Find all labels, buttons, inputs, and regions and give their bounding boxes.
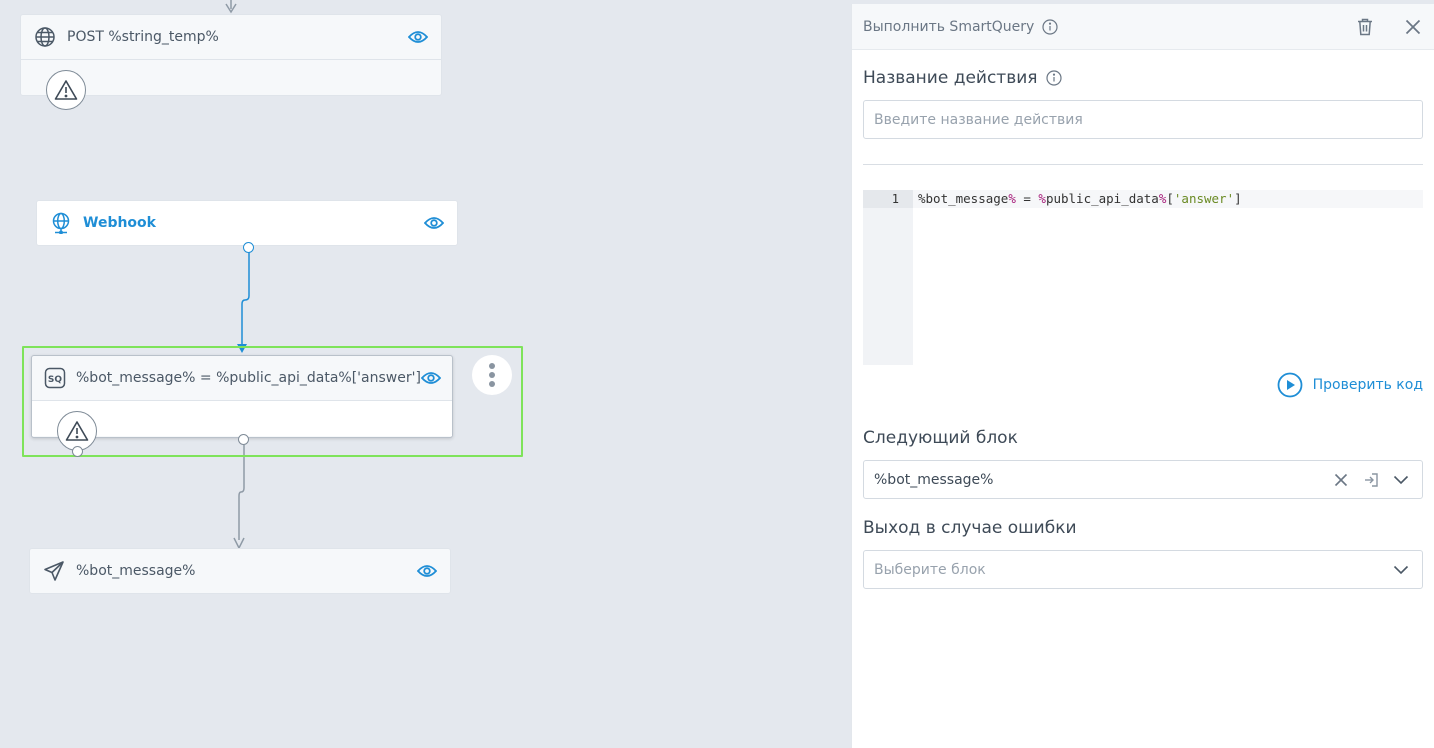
panel-header: Выполнить SmartQuery (852, 4, 1434, 50)
code-token: %bot_message (918, 191, 1009, 206)
trash-icon[interactable] (1357, 18, 1373, 36)
check-code-button[interactable]: Проверить код (1277, 372, 1423, 398)
code-line[interactable]: %bot_message% = %public_api_data%['answe… (913, 190, 1423, 208)
code-editor[interactable]: 1 %bot_message% = %public_api_data%['ans… (863, 190, 1423, 365)
block-settings-panel: Выполнить SmartQuery Название действия В… (851, 4, 1434, 748)
svg-text:SQ: SQ (48, 375, 62, 385)
code-token: % (1038, 191, 1046, 206)
eye-icon[interactable] (416, 560, 438, 582)
code-string: 'answer' (1173, 191, 1235, 206)
error-output-port[interactable] (72, 446, 83, 457)
play-icon (1277, 372, 1303, 398)
action-name-label: Название действия (863, 68, 1062, 88)
more-options-button[interactable] (472, 355, 512, 395)
code-token: = (1015, 191, 1039, 206)
action-name-label-text: Название действия (863, 68, 1038, 88)
chevron-down-icon[interactable] (1390, 559, 1412, 581)
clear-icon[interactable] (1330, 469, 1352, 491)
divider (863, 164, 1423, 165)
code-token: public_api_data (1045, 191, 1159, 206)
warning-icon[interactable] (46, 70, 86, 110)
close-icon[interactable] (1405, 19, 1421, 35)
eye-icon[interactable] (407, 26, 429, 48)
output-port[interactable] (238, 434, 249, 445)
sq-icon: SQ (44, 366, 66, 390)
node-title: %bot_message% (76, 563, 196, 579)
info-icon[interactable] (1042, 18, 1058, 35)
globe-icon (33, 25, 57, 49)
chevron-down-icon[interactable] (1390, 469, 1412, 491)
error-exit-placeholder: Выберите блок (874, 561, 986, 578)
warning-icon[interactable] (57, 411, 97, 451)
action-name-placeholder: Введите название действия (874, 111, 1083, 128)
next-block-value: %bot_message% (874, 471, 994, 488)
action-name-input[interactable]: Введите название действия (863, 100, 1423, 139)
info-icon[interactable] (1045, 70, 1062, 86)
webhook-node[interactable]: Webhook (36, 200, 458, 246)
next-block-label: Следующий блок (863, 428, 1018, 448)
eye-icon[interactable] (420, 367, 441, 389)
check-code-label: Проверить код (1312, 377, 1423, 393)
line-number: 1 (863, 190, 913, 208)
code-token: ] (1234, 191, 1242, 206)
send-message-node[interactable]: %bot_message% (29, 548, 451, 594)
code-token: [ (1166, 191, 1174, 206)
output-port[interactable] (243, 242, 254, 253)
error-exit-select[interactable]: Выберите блок (863, 550, 1423, 589)
next-block-select[interactable]: %bot_message% (863, 460, 1423, 499)
line-gutter: 1 (863, 190, 913, 365)
error-exit-label: Выход в случае ошибки (863, 518, 1077, 538)
panel-title: Выполнить SmartQuery (863, 18, 1035, 35)
go-to-block-icon[interactable] (1360, 469, 1382, 491)
code-token: % (1008, 191, 1016, 206)
node-title: POST %string_temp% (67, 29, 219, 45)
flow-canvas[interactable]: POST %string_temp% Webhook SQ %bot_messa… (0, 0, 850, 748)
node-title: %bot_message% = %public_api_data%['answe… (76, 370, 421, 386)
node-title: Webhook (83, 215, 156, 231)
send-icon (42, 559, 66, 583)
webhook-icon (49, 211, 73, 235)
eye-icon[interactable] (423, 212, 445, 234)
